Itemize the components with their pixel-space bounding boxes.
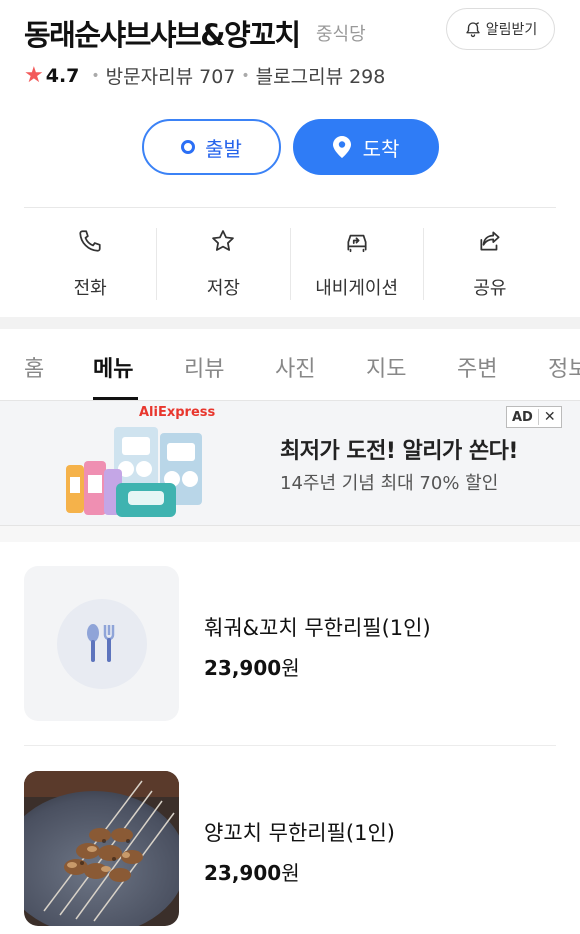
separator-dot: • <box>91 67 100 84</box>
menu-item-price: 23,900원 <box>204 861 300 885</box>
tab-map[interactable]: 지도 <box>366 351 406 383</box>
share-icon <box>480 231 500 251</box>
call-action[interactable]: 전화 <box>24 228 158 300</box>
origin-dot-icon <box>181 140 196 154</box>
menu-item[interactable]: 훠궈&꼬치 무한리필(1인) 23,900원 <box>24 566 556 722</box>
action-bar: 전화 저장 내비게이션 공유 <box>24 228 556 300</box>
tab-home[interactable]: 홈 <box>24 351 44 383</box>
ad-brand-logo: AliExpress <box>139 405 216 420</box>
tab-menu[interactable]: 메뉴 <box>93 351 133 383</box>
place-title: 동래순샤브샤브&양꼬치 <box>24 18 301 52</box>
arrive-label: 도착 <box>362 136 400 161</box>
navigation-action[interactable]: 내비게이션 <box>291 228 424 300</box>
bell-icon <box>466 22 480 38</box>
ad-tag: AD ✕ <box>506 406 562 428</box>
menu-thumbnail-placeholder <box>24 566 179 721</box>
location-pin-icon <box>332 136 351 158</box>
route-buttons: 출발 도착 <box>142 119 439 175</box>
menu-item-name: 양꼬치 무한리필(1인) <box>204 821 395 845</box>
ad-product-image <box>66 427 202 517</box>
rating-row: ★ 4.7 • 방문자리뷰 707 • 블로그리뷰 298 <box>24 62 385 89</box>
rating-score: 4.7 <box>45 64 80 87</box>
tab-nearby[interactable]: 주변 <box>457 351 497 383</box>
visitor-reviews-link[interactable]: 방문자리뷰 707 <box>106 62 236 89</box>
ad-headline: 최저가 도전! 알리가 쏜다! <box>280 439 518 464</box>
depart-label: 출발 <box>205 136 242 161</box>
divider <box>24 745 556 746</box>
share-action[interactable]: 공유 <box>424 228 556 300</box>
navigation-label: 내비게이션 <box>315 278 399 299</box>
place-category: 중식당 <box>316 24 366 45</box>
menu-thumbnail-photo <box>24 771 179 926</box>
depart-button[interactable]: 출발 <box>142 119 281 175</box>
blog-reviews-link[interactable]: 블로그리뷰 298 <box>256 62 386 89</box>
divider <box>24 207 556 208</box>
alarm-button[interactable]: 알림받기 <box>446 8 555 50</box>
tab-info[interactable]: 정보 <box>548 351 580 383</box>
utensils-icon <box>86 623 114 662</box>
tab-bar: 홈 메뉴 리뷰 사진 지도 주변 정보 <box>0 329 580 401</box>
tab-reviews[interactable]: 리뷰 <box>184 351 224 383</box>
section-separator <box>0 317 580 329</box>
star-outline-icon <box>212 230 235 251</box>
ad-label: AD <box>512 409 533 425</box>
navigation-car-icon <box>347 234 367 253</box>
save-label: 저장 <box>206 278 240 299</box>
lamb-skewer-photo <box>24 771 179 926</box>
menu-item[interactable]: 양꼬치 무한리필(1인) 23,900원 <box>24 771 556 927</box>
call-label: 전화 <box>73 278 107 299</box>
save-action[interactable]: 저장 <box>157 228 291 300</box>
place-header: 동래순샤브샤브&양꼬치 중식당 알림받기 <box>24 8 556 52</box>
rating-star-icon: ★ <box>24 63 44 88</box>
arrive-button[interactable]: 도착 <box>293 119 439 175</box>
section-separator <box>0 526 580 542</box>
ad-subline: 14주년 기념 최대 70% 할인 <box>280 473 499 494</box>
close-icon[interactable]: ✕ <box>537 409 561 425</box>
alarm-label: 알림받기 <box>485 22 538 38</box>
separator-dot: • <box>241 67 250 84</box>
menu-item-price: 23,900원 <box>204 656 300 680</box>
phone-icon <box>79 230 101 252</box>
tab-photos[interactable]: 사진 <box>275 351 315 383</box>
ad-banner[interactable]: AliExpress AD ✕ 최저가 도전! 알리가 쏜다! 14주년 기념 … <box>0 401 580 526</box>
active-tab-indicator <box>93 397 138 400</box>
share-label: 공유 <box>473 278 507 299</box>
menu-item-name: 훠궈&꼬치 무한리필(1인) <box>204 616 431 640</box>
